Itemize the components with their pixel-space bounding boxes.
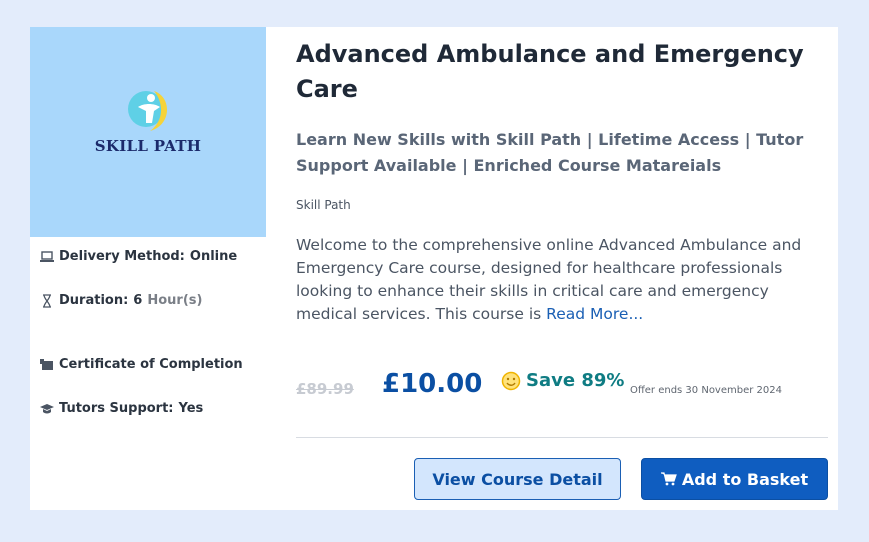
duration-value: 6 — [133, 293, 143, 308]
save-label: Save 89% — [526, 370, 625, 391]
offer-end-text: Offer ends 30 November 2024 — [630, 385, 782, 396]
read-more-link[interactable]: Read More... — [546, 305, 643, 323]
skill-path-logo-icon — [128, 91, 168, 131]
cart-icon — [660, 472, 677, 486]
current-price: £10.00 — [382, 369, 483, 399]
laptop-icon — [40, 250, 54, 264]
add-to-basket-button[interactable]: Add to Basket — [641, 458, 828, 500]
save-badge: Save 89% — [501, 370, 624, 391]
course-card: SKILL PATH Delivery Method: Online Durat… — [30, 27, 838, 510]
duration-row: Duration: 6 Hour(s) — [40, 293, 202, 308]
course-provider: Skill Path — [296, 198, 351, 212]
hourglass-icon — [40, 293, 54, 308]
add-to-basket-label: Add to Basket — [681, 469, 809, 489]
delivery-method-row: Delivery Method: Online — [40, 249, 237, 264]
certificate-label: Certificate of Completion — [59, 357, 243, 372]
course-info: Advanced Ambulance and Emergency Care Le… — [296, 27, 828, 510]
tutors-support-row: Tutors Support: Yes — [40, 401, 203, 416]
course-title[interactable]: Advanced Ambulance and Emergency Care — [296, 37, 816, 107]
delivery-method-label: Delivery Method: — [59, 249, 185, 264]
brand-logo-text: SKILL PATH — [94, 137, 202, 155]
duration-label: Duration: — [59, 293, 129, 308]
old-price: £89.99 — [296, 380, 354, 398]
tutors-support-value: Yes — [178, 401, 204, 416]
course-subtitle: Learn New Skills with Skill Path | Lifet… — [296, 130, 804, 175]
divider — [296, 437, 828, 438]
delivery-method-value: Online — [189, 249, 238, 264]
view-course-detail-label: View Course Detail — [432, 469, 603, 489]
course-sidebar: SKILL PATH Delivery Method: Online Durat… — [30, 27, 266, 510]
certificate-row: Certificate of Completion — [40, 357, 243, 372]
view-course-detail-button[interactable]: View Course Detail — [414, 458, 621, 500]
tutors-support-label: Tutors Support: — [59, 401, 174, 416]
smiley-icon — [501, 371, 521, 390]
course-description: Welcome to the comprehensive online Adva… — [296, 234, 828, 326]
certificate-icon — [40, 358, 54, 372]
graduation-cap-icon — [40, 402, 54, 416]
course-thumbnail[interactable]: SKILL PATH — [30, 27, 266, 237]
duration-unit: Hour(s) — [147, 293, 203, 308]
